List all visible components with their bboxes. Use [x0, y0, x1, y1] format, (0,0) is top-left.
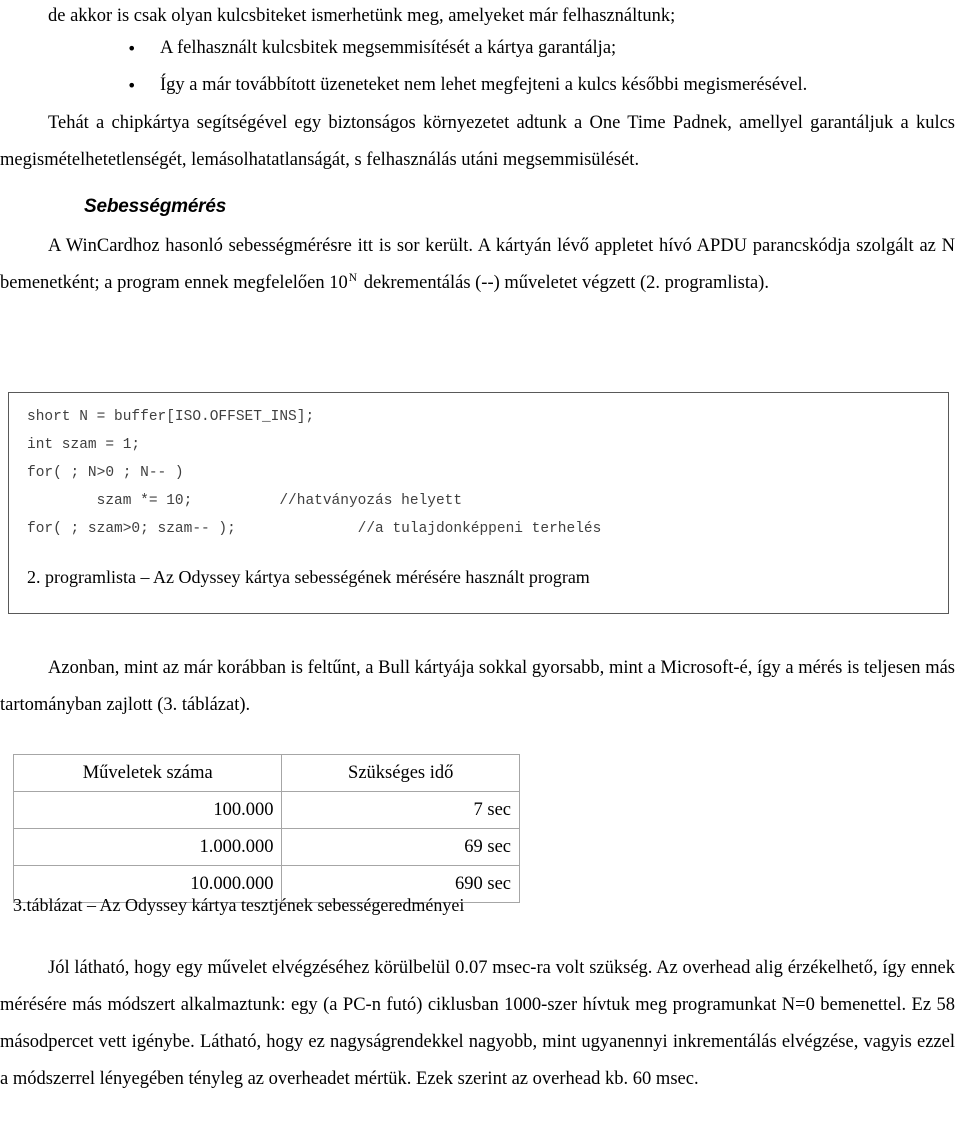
table-cell-time: 69 sec: [281, 828, 520, 866]
list-item: • Így a már továbbított üzeneteket nem l…: [0, 67, 900, 104]
table-header-operations: Műveletek száma: [12, 754, 283, 792]
bullet-list: • A felhasznált kulcsbitek megsemmisítés…: [0, 30, 900, 104]
list-item-label: Így a már továbbított üzeneteket nem leh…: [160, 75, 808, 95]
code-listing-caption: 2. programlista – Az Odyssey kártya sebe…: [27, 567, 590, 587]
table-caption: 3.táblázat – Az Odyssey kártya tesztjéne…: [13, 895, 465, 915]
paragraph-closing: Jól látható, hogy egy művelet elvégzéséh…: [0, 958, 955, 1089]
code-listing-box: short N = buffer[ISO.OFFSET_INS]; int sz…: [8, 392, 949, 614]
document-page: de akkor is csak olyan kulcsbiteket isme…: [0, 0, 960, 1127]
list-item: • A felhasznált kulcsbitek megsemmisítés…: [0, 30, 900, 67]
bullet-icon: •: [127, 39, 137, 58]
exponent-n: N: [348, 271, 358, 284]
table-cell-operations: 100.000: [12, 791, 283, 829]
bullet-icon: •: [127, 76, 137, 95]
section-heading-sebessegmeres: Sebességmérés: [84, 196, 227, 217]
speed-text-part2: dekrementálás (--) műveletet végzett (2.…: [359, 273, 769, 293]
paragraph-speed-measurement: A WinCardhoz hasonló sebességmérésre itt…: [0, 228, 955, 302]
list-item-label: A felhasznált kulcsbitek megsemmisítését…: [160, 38, 617, 58]
table-header-time: Szükséges idő: [281, 754, 520, 792]
code-listing: short N = buffer[ISO.OFFSET_INS]; int sz…: [27, 409, 602, 537]
table-row: 100.000 7 sec: [12, 791, 520, 829]
speed-results-table: Műveletek száma Szükséges idő 100.000 7 …: [12, 754, 520, 903]
table-cell-time: 7 sec: [281, 791, 520, 829]
table-header-row: Műveletek száma Szükséges idő: [12, 754, 520, 792]
table-row: 1.000.000 69 sec: [12, 828, 520, 866]
table-cell-operations: 1.000.000: [12, 828, 283, 866]
paragraph-table-intro: Azonban, mint az már korábban is feltűnt…: [0, 658, 955, 715]
paragraph-one-time-pad: Tehát a chipkártya segítségével egy bizt…: [0, 113, 955, 170]
